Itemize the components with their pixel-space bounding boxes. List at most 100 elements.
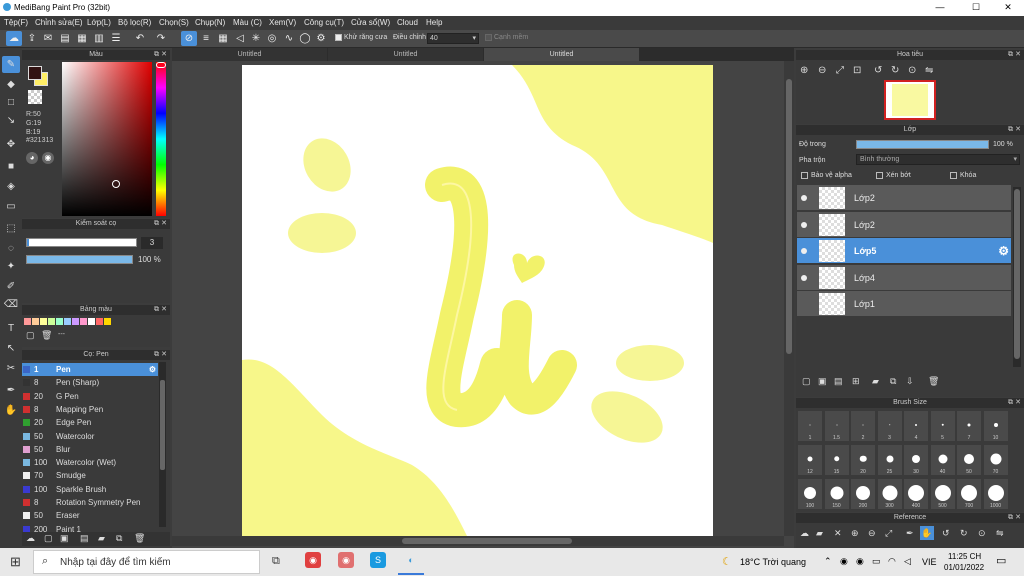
popout-icon[interactable]: ⧉	[1008, 125, 1013, 135]
brush-item[interactable]: 8 Rotation Symmetry Pen	[22, 496, 158, 509]
list-icon[interactable]: ☰	[108, 31, 124, 46]
brush-size-option[interactable]: 12	[797, 444, 823, 476]
menu-capture[interactable]: Chụp(N)	[195, 18, 225, 27]
close-icon[interactable]: ✕	[1015, 513, 1021, 523]
undo-icon[interactable]: ↶	[132, 31, 148, 46]
open-folder-icon[interactable]: ▰	[816, 528, 823, 539]
snap-radial-icon[interactable]: ✳	[248, 31, 264, 46]
close-icon[interactable]: ✕	[1015, 50, 1021, 60]
zoom-out-icon[interactable]: ⊖	[818, 65, 826, 76]
popout-icon[interactable]: ⧉	[154, 219, 159, 229]
layer-row[interactable]: Lớp5 ⚙	[797, 238, 1011, 264]
palette-swatch[interactable]	[72, 318, 79, 325]
visibility-icon[interactable]	[801, 248, 807, 254]
brush-size-option[interactable]: 30	[903, 444, 929, 476]
brush-item[interactable]: 100 Sparkle Brush	[22, 483, 158, 496]
share-icon[interactable]: ▤	[57, 31, 73, 46]
gear-icon[interactable]: ⚙	[149, 363, 156, 376]
protect-alpha-checkbox[interactable]	[801, 172, 808, 179]
hue-handle[interactable]	[156, 62, 166, 68]
layer-row[interactable]: Lớp2	[797, 211, 1011, 238]
soft-edge-checkbox[interactable]	[485, 34, 492, 41]
scrollbar-thumb[interactable]	[1014, 189, 1020, 359]
grid-icon[interactable]: ▦	[74, 31, 90, 46]
new-layer-icon[interactable]: ▢	[802, 376, 811, 387]
flip-icon[interactable]: ⇋	[996, 528, 1004, 539]
new-palette-icon[interactable]: ▢	[26, 330, 37, 341]
blend-mode-select[interactable]: Bình thường ▾	[856, 154, 1020, 165]
rotate-right-icon[interactable]: ↻	[960, 528, 968, 539]
chrome-profile-icon[interactable]: ◉	[338, 552, 354, 568]
brush-size-option[interactable]: 1000	[982, 478, 1009, 510]
adjust-select[interactable]: 40 ▾	[427, 33, 479, 44]
brush-item[interactable]: 8 Mapping Pen	[22, 403, 158, 416]
close-button[interactable]: ✕	[998, 2, 1018, 14]
foreground-color-swatch[interactable]	[28, 66, 42, 80]
snap-curve-icon[interactable]: ∿	[281, 31, 297, 46]
comment-icon[interactable]: ✉	[40, 31, 56, 46]
duplicate-layer-icon[interactable]: ⧉	[890, 376, 896, 387]
palette-swatch[interactable]	[32, 318, 39, 325]
horizontal-scrollbar[interactable]	[172, 536, 784, 546]
zoom-in-icon[interactable]: ⊕	[851, 528, 859, 539]
upload-icon[interactable]: ⇪	[24, 31, 40, 46]
brush-item[interactable]: 8 Pen (Sharp)	[22, 376, 158, 389]
cloud-brush-icon[interactable]: ☁	[26, 533, 35, 544]
brush-size-option[interactable]: 2	[850, 410, 876, 442]
brush-size-option[interactable]: 20	[850, 444, 876, 476]
tray-icon[interactable]: ◉	[856, 556, 864, 567]
skype-icon[interactable]: S	[370, 552, 386, 568]
brush-item[interactable]: 20 G Pen	[22, 390, 158, 403]
windows-start-icon[interactable]: ⊞	[10, 554, 21, 570]
visibility-icon[interactable]	[801, 195, 807, 201]
reset-icon[interactable]: ⊙	[978, 528, 986, 539]
line-tool-icon[interactable]: ↘	[2, 112, 20, 129]
lasso-tool-icon[interactable]: ◌	[2, 240, 20, 257]
brush-size-option[interactable]: 70	[982, 444, 1009, 476]
wifi-icon[interactable]: ◠	[888, 556, 896, 567]
maximize-button[interactable]: ☐	[966, 2, 986, 14]
rotate-right-icon[interactable]: ↻	[891, 65, 899, 76]
menu-layer[interactable]: Lớp(L)	[87, 18, 111, 27]
brush-size-option[interactable]: 700	[956, 478, 982, 510]
brush-size-option[interactable]: 5	[929, 410, 956, 442]
cloud-icon[interactable]: ☁	[800, 528, 809, 539]
hand-tool-icon[interactable]: ✋	[2, 402, 20, 419]
scrollbar-thumb[interactable]	[402, 538, 572, 544]
layer-row[interactable]: Lớp4	[797, 264, 1011, 291]
rotate-left-icon[interactable]: ↺	[942, 528, 950, 539]
layer-row[interactable]: Lớp1	[797, 291, 1011, 317]
notification-icon[interactable]: ▭	[996, 554, 1006, 567]
saturation-value-picker[interactable]	[62, 62, 152, 216]
navigator-thumbnail[interactable]	[884, 80, 936, 120]
tab-untitled-1[interactable]: Untitled	[172, 48, 327, 61]
operation-tool-icon[interactable]: ↖	[2, 340, 20, 357]
menu-select[interactable]: Chọn(S)	[159, 18, 189, 27]
drawing-canvas[interactable]	[242, 65, 713, 536]
eraser-tool-icon[interactable]: ◆	[2, 76, 20, 93]
medibang-icon[interactable]: ◐	[403, 552, 419, 568]
eyedropper-icon[interactable]: ✒	[2, 382, 20, 399]
brush-list-scrollbar[interactable]	[159, 362, 166, 527]
popout-icon[interactable]: ⧉	[154, 50, 159, 60]
brush-tool-icon[interactable]: ✎	[2, 56, 20, 73]
fit-icon[interactable]: ⤢	[836, 65, 844, 76]
eyedrop-icon[interactable]: ◉	[42, 152, 54, 164]
brush-size-option[interactable]: 200	[850, 478, 876, 510]
gradient-tool-icon[interactable]: ▭	[2, 198, 20, 215]
close-icon[interactable]: ✕	[834, 528, 842, 539]
close-icon[interactable]: ✕	[1015, 125, 1021, 135]
palette-swatch[interactable]	[64, 318, 71, 325]
popout-icon[interactable]: ⧉	[1008, 50, 1013, 60]
brush-size-option[interactable]: 150	[823, 478, 850, 510]
magic-wand-icon[interactable]: ✦	[2, 258, 20, 275]
fill-rect-tool-icon[interactable]: ■	[2, 158, 20, 175]
close-icon[interactable]: ✕	[1015, 398, 1021, 408]
select-eraser-icon[interactable]: ⌫	[2, 296, 20, 313]
menu-file[interactable]: Tệp(F)	[4, 18, 28, 27]
tab-untitled-2[interactable]: Untitled	[328, 48, 483, 61]
brush-item[interactable]: 20 Edge Pen	[22, 416, 158, 429]
clock-time[interactable]: 11:25 CH	[948, 552, 981, 561]
minimize-button[interactable]: —	[930, 2, 950, 14]
folder-icon[interactable]: ▰	[98, 533, 105, 544]
